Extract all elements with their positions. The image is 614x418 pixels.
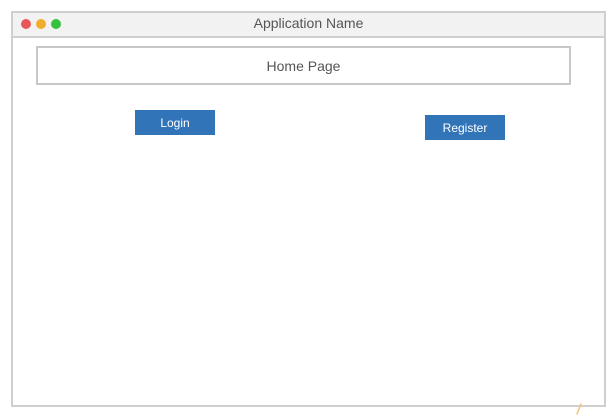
app-window: Application Name Home Page Login Registe… [11, 11, 606, 407]
corner-accent-icon [576, 403, 582, 415]
title-bar: Application Name [13, 13, 604, 38]
window-title: Application Name [253, 15, 364, 31]
login-button[interactable]: Login [135, 110, 215, 135]
page-title: Home Page [266, 57, 341, 74]
register-button[interactable]: Register [425, 115, 505, 140]
home-page-header: Home Page [36, 46, 571, 85]
